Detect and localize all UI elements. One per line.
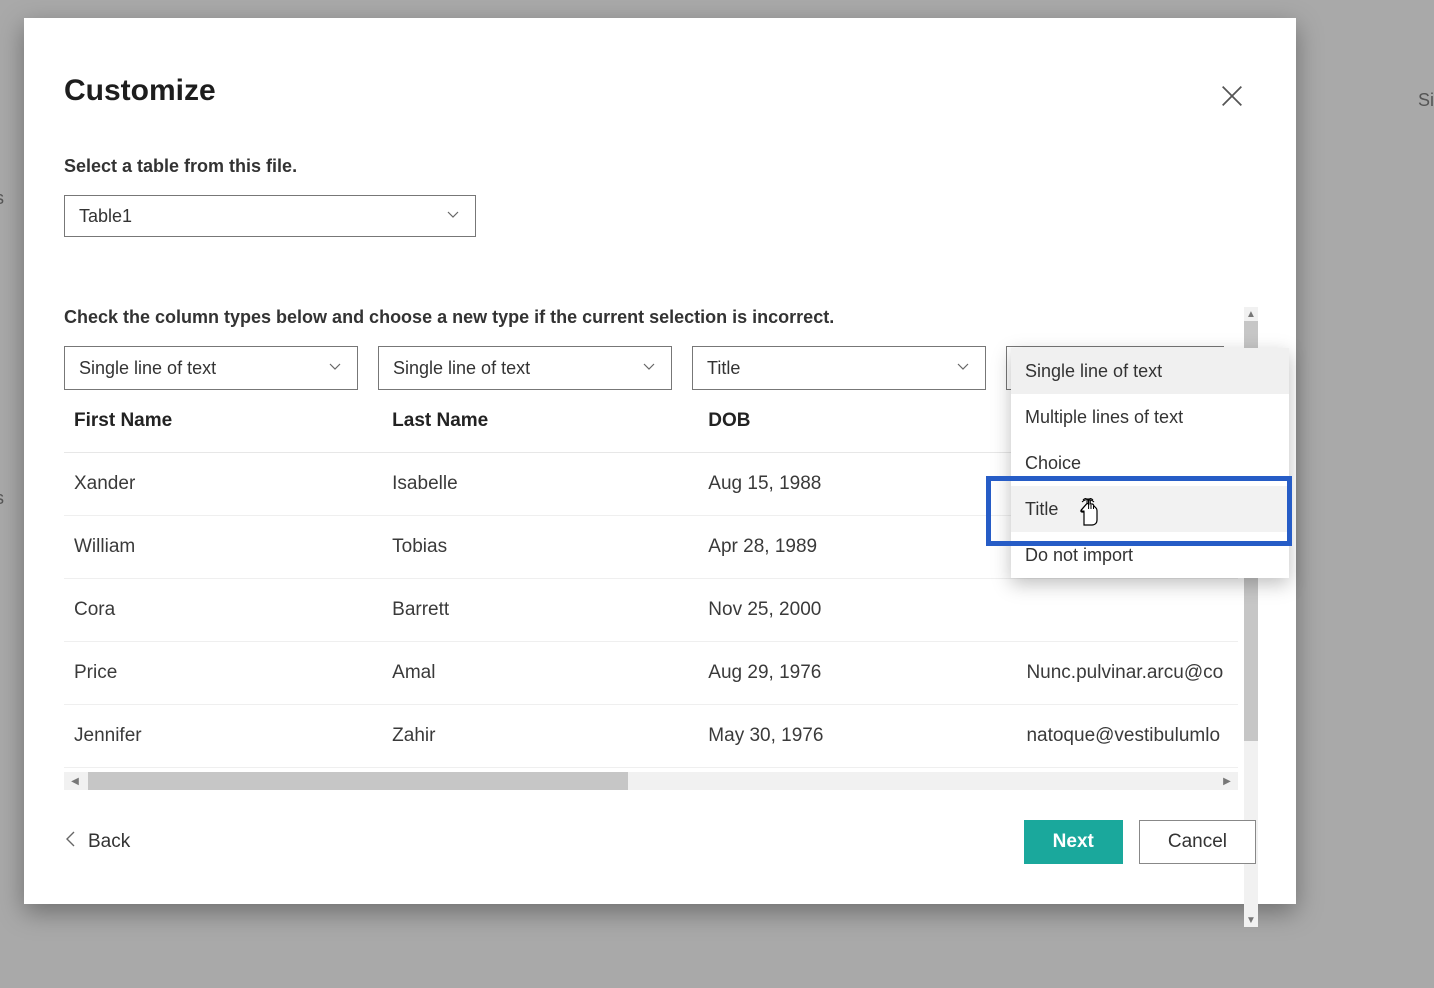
scroll-up-icon: ▲ [1244, 307, 1258, 321]
background-text: s [0, 488, 4, 509]
select-table-label: Select a table from this file. [64, 156, 1256, 177]
table-cell: Nov 25, 2000 [698, 579, 1016, 642]
chevron-down-icon [445, 206, 461, 227]
column-type-value: Single line of text [79, 358, 216, 379]
chevron-left-icon [64, 830, 78, 854]
scroll-down-icon: ▼ [1244, 913, 1258, 927]
table-select[interactable]: Table1 [64, 195, 476, 237]
table-cell: natoque@vestibulumlo [1016, 705, 1238, 768]
back-button[interactable]: Back [64, 830, 130, 854]
table-cell: Zahir [382, 705, 698, 768]
table-row: Jennifer Zahir May 30, 1976 natoque@vest… [64, 705, 1238, 768]
table-cell: Isabelle [382, 453, 698, 516]
back-label: Back [88, 831, 130, 853]
column-type-dropdown: Single line of text Multiple lines of te… [1011, 348, 1289, 578]
next-button[interactable]: Next [1024, 820, 1123, 864]
chevron-down-icon [327, 358, 343, 379]
column-type-value: Title [707, 358, 740, 379]
table-row: Price Amal Aug 29, 1976 Nunc.pulvinar.ar… [64, 642, 1238, 705]
scroll-right-icon: ▶ [1218, 772, 1236, 790]
close-button[interactable] [1218, 82, 1246, 110]
table-cell: Xander [64, 453, 382, 516]
dropdown-option-choice[interactable]: Choice [1011, 440, 1289, 486]
table-select-value: Table1 [79, 206, 132, 227]
table-cell: William [64, 516, 382, 579]
column-type-select-1[interactable]: Single line of text [64, 346, 358, 390]
chevron-down-icon [955, 358, 971, 379]
table-header: Last Name [382, 390, 698, 453]
column-types-label: Check the column types below and choose … [64, 307, 1256, 328]
cancel-button[interactable]: Cancel [1139, 820, 1256, 864]
scroll-thumb[interactable] [88, 772, 628, 790]
table-cell: Apr 28, 1989 [698, 516, 1016, 579]
table-cell: Jennifer [64, 705, 382, 768]
dropdown-option-multiple-lines[interactable]: Multiple lines of text [1011, 394, 1289, 440]
table-header: DOB [698, 390, 1016, 453]
table-header: First Name [64, 390, 382, 453]
table-row: Cora Barrett Nov 25, 2000 [64, 579, 1238, 642]
table-cell: May 30, 1976 [698, 705, 1016, 768]
modal-footer: Back Next Cancel [64, 820, 1256, 864]
modal-title: Customize [64, 74, 1256, 108]
dropdown-option-title[interactable]: Title [1011, 486, 1289, 532]
background-text: s [0, 188, 4, 209]
table-cell: Cora [64, 579, 382, 642]
column-type-select-2[interactable]: Single line of text [378, 346, 672, 390]
table-cell [1016, 579, 1238, 642]
table-cell: Amal [382, 642, 698, 705]
table-cell: Price [64, 642, 382, 705]
scroll-left-icon: ◀ [66, 772, 84, 790]
table-cell: Nunc.pulvinar.arcu@co [1016, 642, 1238, 705]
close-icon [1218, 82, 1246, 110]
dropdown-option-do-not-import[interactable]: Do not import [1011, 532, 1289, 578]
column-type-select-3[interactable]: Title [692, 346, 986, 390]
table-cell: Aug 15, 1988 [698, 453, 1016, 516]
table-cell: Barrett [382, 579, 698, 642]
dropdown-option-single-line[interactable]: Single line of text [1011, 348, 1289, 394]
column-type-value: Single line of text [393, 358, 530, 379]
horizontal-scrollbar[interactable]: ◀ ▶ [64, 772, 1238, 790]
background-text: Si [1418, 90, 1434, 111]
chevron-down-icon [641, 358, 657, 379]
table-cell: Tobias [382, 516, 698, 579]
table-cell: Aug 29, 1976 [698, 642, 1016, 705]
